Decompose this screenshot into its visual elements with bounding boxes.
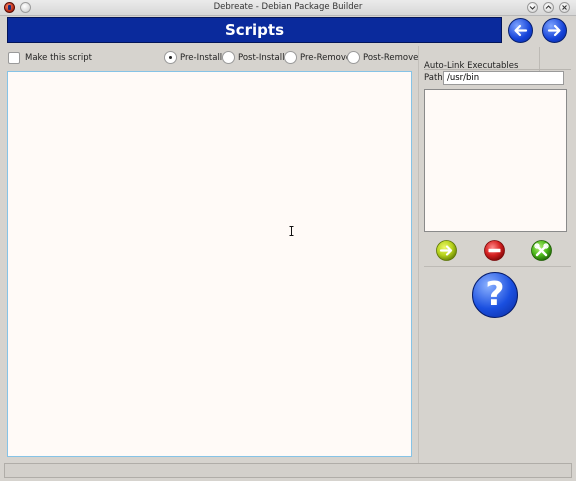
close-button[interactable] — [559, 2, 570, 13]
actions-divider — [424, 266, 571, 267]
maximize-button[interactable] — [543, 2, 554, 13]
tools-button[interactable] — [531, 240, 552, 261]
radio-post-install[interactable] — [222, 51, 235, 64]
auto-link-divider — [424, 69, 571, 70]
radio-post-install-label: Post-Install — [238, 53, 285, 63]
page-title: Scripts — [7, 17, 502, 43]
remove-executable-button[interactable] — [484, 240, 505, 261]
executables-list[interactable] — [424, 89, 567, 232]
radio-pre-remove[interactable] — [284, 51, 297, 64]
text-cursor-icon — [289, 226, 294, 236]
path-input[interactable] — [443, 71, 564, 85]
arrow-right-icon — [547, 24, 561, 37]
add-executable-button[interactable] — [436, 240, 457, 261]
tools-wrench-icon — [531, 240, 552, 261]
status-bar — [4, 463, 572, 478]
make-script-label: Make this script — [25, 53, 92, 63]
radio-post-remove[interactable] — [347, 51, 360, 64]
help-question-icon: ? — [485, 274, 505, 313]
panel-divider — [418, 46, 419, 463]
radio-post-remove-label: Post-Remove — [363, 53, 419, 63]
forward-button[interactable] — [542, 18, 567, 43]
radio-pre-install[interactable] — [164, 51, 177, 64]
radio-pre-install-label: Pre-Install — [180, 53, 223, 63]
help-button[interactable]: ? — [472, 272, 518, 318]
script-editor[interactable] — [7, 71, 412, 457]
add-arrow-icon — [436, 240, 457, 261]
remove-minus-icon — [484, 240, 505, 261]
make-script-checkbox[interactable] — [8, 52, 20, 64]
minimize-button[interactable] — [527, 2, 538, 13]
arrow-left-icon — [514, 24, 528, 37]
window-titlebar: Debreate - Debian Package Builder — [0, 0, 576, 16]
window-title: Debreate - Debian Package Builder — [213, 2, 363, 12]
radio-pre-remove-label: Pre-Remove — [300, 53, 352, 63]
back-button[interactable] — [508, 18, 533, 43]
path-label: Path — [424, 73, 443, 83]
